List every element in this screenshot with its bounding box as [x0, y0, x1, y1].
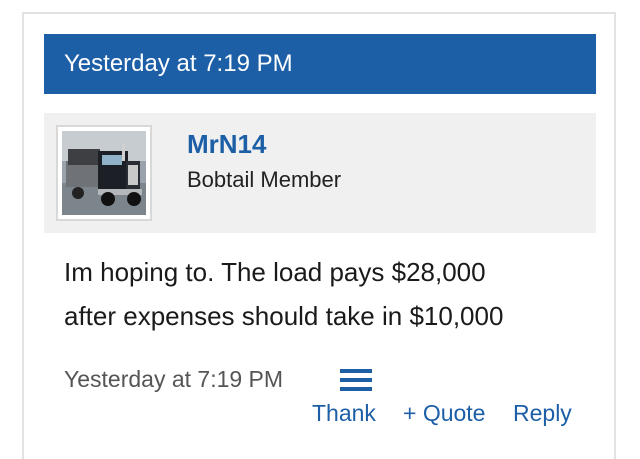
- message-body: Im hoping to. The load pays $28,000 afte…: [64, 250, 604, 338]
- post-date-link[interactable]: Yesterday at 7:19 PM: [64, 366, 283, 393]
- post-page: Yesterday at 7:19 PM MrN14 Bobtail Membe…: [0, 0, 640, 459]
- truck-avatar-icon: [62, 131, 146, 215]
- message-line: Im hoping to. The load pays $28,000: [64, 257, 486, 287]
- hamburger-menu-icon[interactable]: [340, 369, 372, 391]
- username-link[interactable]: MrN14: [187, 129, 266, 160]
- post-date-header[interactable]: Yesterday at 7:19 PM: [44, 34, 596, 94]
- reply-button[interactable]: Reply: [513, 400, 572, 427]
- message-line: after expenses should take in $10,000: [64, 301, 504, 331]
- quote-button[interactable]: + Quote: [403, 400, 485, 427]
- user-title: Bobtail Member: [187, 167, 342, 192]
- thank-button[interactable]: Thank: [312, 400, 376, 427]
- user-info-box: MrN14 Bobtail Member: [44, 113, 596, 233]
- user-avatar[interactable]: [56, 125, 152, 221]
